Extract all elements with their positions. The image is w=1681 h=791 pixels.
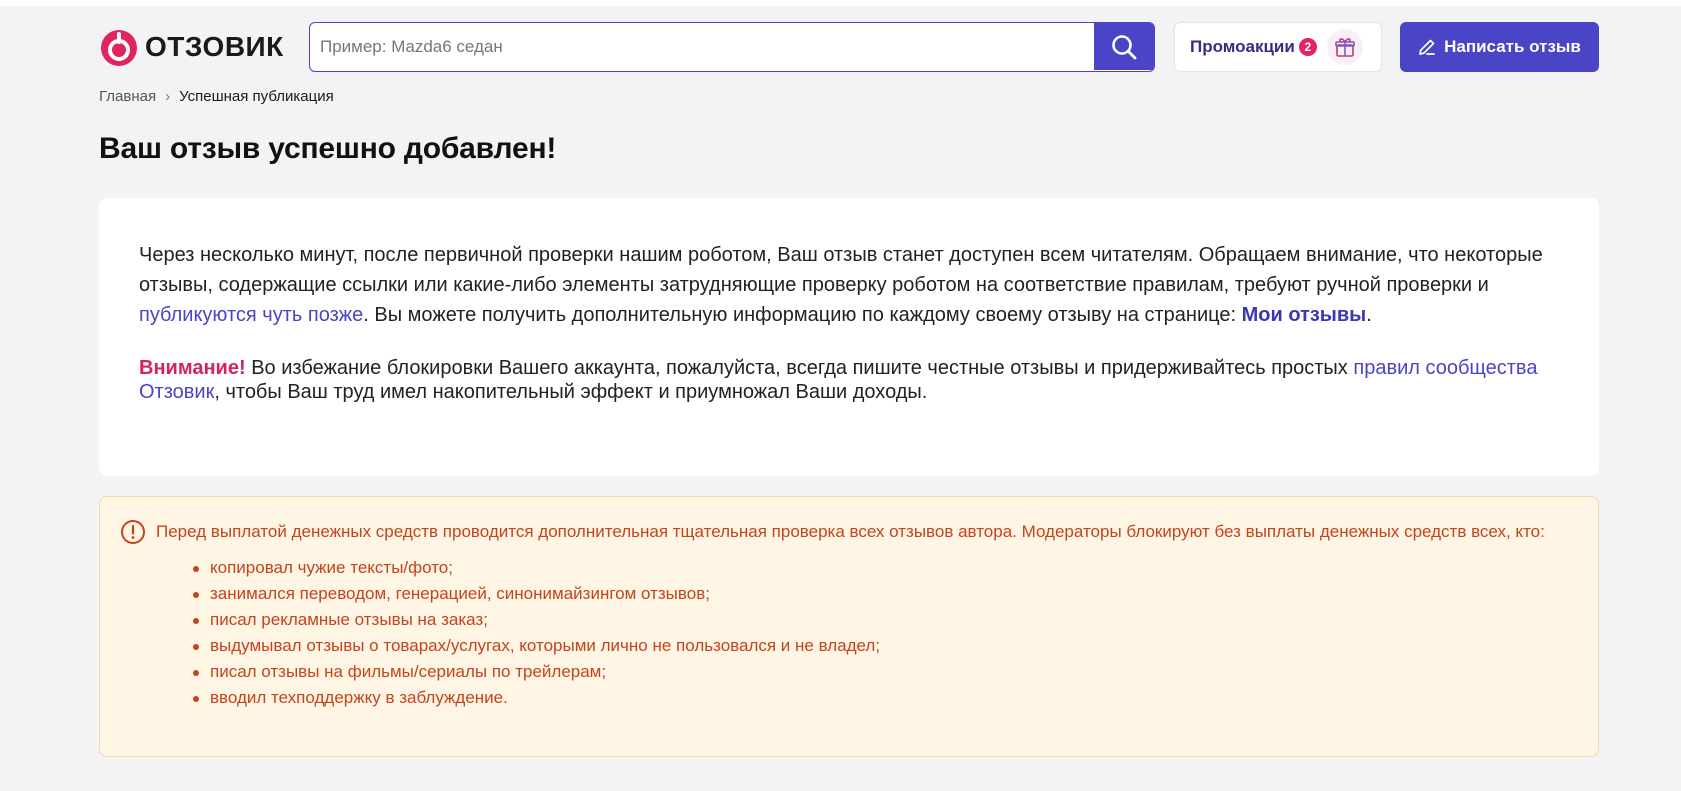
promo-label: Промоакции — [1190, 37, 1295, 56]
alert-list: копировал чужие тексты/фото; занимался п… — [193, 555, 1578, 711]
list-item: писал отзывы на фильмы/сериалы по трейле… — [193, 659, 1578, 685]
logo[interactable]: ОТЗОВИК — [99, 25, 284, 69]
list-item: занимался переводом, генерацией, синоним… — [193, 581, 1578, 607]
list-item: выдумывал отзывы о товарах/услугах, кото… — [193, 633, 1578, 659]
info-text-2: . Вы можете получить дополнительную инфо… — [363, 304, 1242, 326]
list-item: писал рекламные отзывы на заказ; — [193, 607, 1578, 633]
search-button[interactable] — [1094, 23, 1154, 70]
info-text-end: . — [1366, 304, 1372, 326]
site-header: ОТЗОВИК Промоакции 2 — [99, 22, 1599, 72]
my-reviews-link[interactable]: Мои отзывы — [1242, 304, 1367, 326]
gift-icon — [1326, 29, 1363, 65]
page-title: Ваш отзыв успешно добавлен! — [99, 132, 557, 165]
warning-paragraph: Внимание! Во избежание блокировки Вашего… — [139, 356, 1559, 404]
logo-text: ОТЗОВИК — [145, 31, 284, 62]
info-paragraph: Через несколько минут, после первичной п… — [139, 240, 1559, 330]
write-review-label: Написать отзыв — [1444, 37, 1581, 56]
list-item: вводил техподдержку в заблуждение. — [193, 685, 1578, 711]
info-text-1: Через несколько минут, после первичной п… — [139, 244, 1543, 296]
breadcrumb-current: Успешная публикация — [179, 88, 334, 105]
exclamation-circle-icon — [120, 519, 146, 545]
search-input[interactable] — [310, 23, 1092, 70]
pencil-icon — [1419, 39, 1435, 55]
warning-text-2: , чтобы Ваш труд имел накопительный эффе… — [214, 381, 928, 403]
warning-label: Внимание! — [139, 357, 246, 379]
breadcrumb-separator: › — [165, 88, 171, 105]
search-icon — [1112, 34, 1137, 59]
search-bar — [309, 22, 1155, 72]
warning-text-1: Во избежание блокировки Вашего аккаунта,… — [245, 357, 1354, 379]
list-item: копировал чужие тексты/фото; — [193, 555, 1578, 581]
breadcrumb: Главная › Успешная публикация — [99, 88, 334, 105]
breadcrumb-home[interactable]: Главная — [99, 88, 156, 105]
success-message-card: Через несколько минут, после первичной п… — [99, 198, 1599, 476]
top-strip — [0, 0, 1681, 6]
promo-count-badge: 2 — [1298, 38, 1317, 56]
promo-button[interactable]: Промоакции 2 — [1174, 22, 1382, 72]
logo-icon — [99, 27, 139, 67]
publish-later-link[interactable]: публикуются чуть позже — [139, 304, 363, 326]
alert-header: Перед выплатой денежных средств проводит… — [120, 519, 1578, 545]
alert-text: Перед выплатой денежных средств проводит… — [156, 522, 1545, 541]
payout-alert-box: Перед выплатой денежных средств проводит… — [99, 496, 1599, 757]
write-review-button[interactable]: Написать отзыв — [1400, 22, 1599, 72]
